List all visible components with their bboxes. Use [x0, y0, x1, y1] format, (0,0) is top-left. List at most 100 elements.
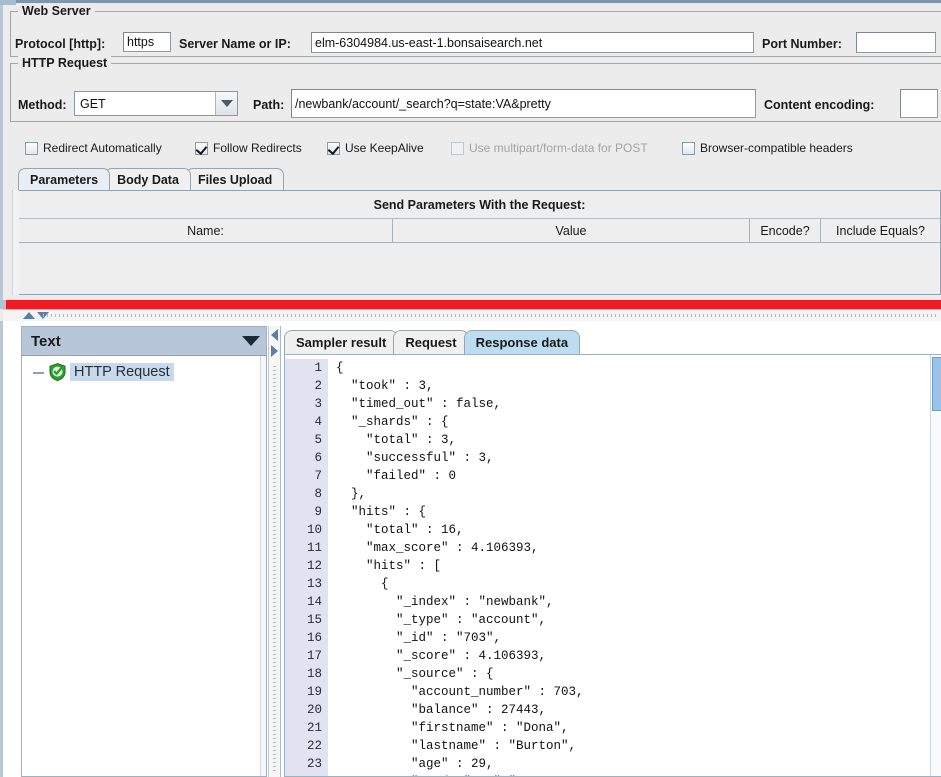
checkbox-browser-compatible-headers-icon[interactable] — [682, 141, 695, 155]
web-server-group-title: Web Server — [18, 4, 95, 18]
tree-expand-handle-icon[interactable] — [32, 366, 45, 379]
option-browser-compatible-headers[interactable]: Browser-compatible headers — [682, 141, 853, 155]
option-label: Browser-compatible headers — [700, 141, 853, 155]
line-number: 2 — [314, 379, 322, 393]
tab-request[interactable]: Request — [393, 330, 469, 354]
port-number-label: Port Number: — [762, 37, 842, 51]
line-number: 17 — [306, 649, 322, 663]
tree-vertical-scrollbar[interactable] — [260, 356, 266, 776]
option-redirect-automatically[interactable]: Redirect Automatically — [25, 141, 162, 155]
column-header-encode[interactable]: Encode? — [750, 219, 821, 242]
tab-label: Parameters — [30, 172, 99, 187]
render-view-select-arrow[interactable] — [236, 327, 266, 355]
response-json-text[interactable]: { "took" : 3, "timed_out" : false, "_sha… — [329, 359, 931, 776]
code-line: { — [336, 361, 344, 375]
render-view-select-value: Text — [31, 332, 61, 350]
render-view-select[interactable]: Text — [22, 327, 266, 356]
tab-response-data[interactable]: Response data — [463, 330, 581, 354]
content-encoding-input[interactable] — [900, 89, 938, 118]
option-label: Redirect Automatically — [43, 141, 162, 155]
line-number: 11 — [306, 541, 322, 555]
jmeter-http-request-screen: Web Server Protocol [http]: https Server… — [0, 0, 941, 777]
code-line: "_shards" : { — [336, 415, 449, 429]
code-line: "balance" : 27443, — [336, 703, 547, 717]
response-vertical-scrollbar[interactable] — [930, 355, 941, 776]
column-header-name[interactable]: Name: — [19, 219, 393, 242]
parameters-table-title: Send Parameters With the Request: — [19, 191, 940, 219]
method-select-arrow[interactable] — [215, 92, 237, 115]
collapse-left-icon[interactable] — [271, 329, 278, 341]
tab-label: Files Upload — [197, 172, 273, 187]
line-number: 5 — [314, 433, 322, 447]
tab-label: Sampler result — [296, 335, 387, 350]
option-follow-redirects[interactable]: Follow Redirects — [195, 141, 302, 155]
path-input[interactable]: /newbank/account/_search?q=state:VA&pret… — [291, 89, 756, 118]
checkbox-follow-redirects-icon[interactable] — [195, 141, 208, 155]
code-line: "_type" : "account", — [336, 613, 547, 627]
line-number: 3 — [314, 397, 322, 411]
line-number: 24 — [285, 773, 322, 776]
code-line: "max_score" : 4.106393, — [336, 541, 539, 555]
option-label: Use multipart/form-data for POST — [469, 141, 648, 155]
code-line: "successful" : 3, — [336, 451, 494, 465]
green-check-shield-icon — [49, 363, 66, 382]
parameters-table-body[interactable] — [19, 243, 940, 283]
top-strip-rail — [16, 0, 941, 3]
tab-label: Request — [405, 335, 457, 350]
tab-files-upload[interactable]: Files Upload — [185, 168, 285, 190]
tab-sampler-result[interactable]: Sampler result — [284, 330, 399, 354]
column-header-include-equals[interactable]: Include Equals? — [821, 219, 940, 242]
chevron-down-icon — [242, 336, 260, 346]
method-label: Method: — [18, 98, 67, 112]
parameters-table: Send Parameters With the Request: Name: … — [18, 190, 941, 295]
request-tab-bar: Parameters Body Data Files Upload — [18, 168, 285, 190]
code-line: "total" : 3, — [336, 433, 457, 447]
tab-body-data[interactable]: Body Data — [105, 168, 191, 190]
results-pane: Text HTTP Request Sampler result Request… — [0, 321, 941, 777]
http-request-group-title: HTTP Request — [18, 56, 112, 70]
option-use-multipart-form-data: Use multipart/form-data for POST — [451, 141, 648, 155]
tree-item-http-request[interactable]: HTTP Request — [32, 363, 174, 382]
protocol-input[interactable]: https — [123, 32, 171, 52]
line-number-gutter: 123456789101112131415161718192021222324 — [285, 359, 329, 776]
code-line: "timed_out" : false, — [336, 397, 502, 411]
code-line: "took" : 3, — [336, 379, 434, 393]
port-number-input[interactable] — [856, 32, 936, 53]
tab-parameters[interactable]: Parameters — [18, 168, 111, 190]
tab-label: Response data — [475, 335, 569, 350]
code-line: "account_number" : 703, — [336, 685, 584, 699]
code-line: "failed" : 0 — [336, 469, 457, 483]
code-line: "_source" : { — [336, 667, 494, 681]
parameters-table-left-rail — [12, 190, 19, 295]
line-number: 21 — [306, 721, 322, 735]
method-select-value: GET — [80, 96, 106, 111]
server-name-input[interactable]: elm-6304984.us-east-1.bonsaisearch.net — [311, 32, 754, 53]
checkbox-use-multipart-icon — [451, 141, 464, 155]
checkbox-redirect-automatically-icon[interactable] — [25, 141, 38, 155]
line-number: 20 — [306, 703, 322, 717]
chevron-down-icon — [220, 100, 233, 107]
column-header-value[interactable]: Value — [393, 219, 750, 242]
line-number: 1 — [314, 361, 322, 375]
result-tab-bar: Sampler result Request Response data — [284, 330, 581, 354]
response-code-area[interactable]: 123456789101112131415161718192021222324 … — [285, 359, 931, 776]
method-select[interactable]: GET — [74, 91, 238, 116]
code-line: "total" : 16, — [336, 523, 464, 537]
line-number: 22 — [306, 739, 322, 753]
collapse-right-icon[interactable] — [271, 345, 278, 357]
splitter-grip[interactable] — [43, 314, 937, 317]
line-number: 18 — [306, 667, 322, 681]
code-line: }, — [336, 487, 367, 501]
checkbox-use-keepalive-icon[interactable] — [327, 141, 340, 155]
collapse-up-icon[interactable] — [23, 312, 35, 319]
option-use-keepalive[interactable]: Use KeepAlive — [327, 141, 424, 155]
code-line: "_id" : "703", — [336, 631, 502, 645]
line-number: 16 — [306, 631, 322, 645]
line-number: 4 — [314, 415, 322, 429]
code-line: "_score" : 4.106393, — [336, 649, 547, 663]
response-scrollbar-thumb[interactable] — [932, 357, 941, 411]
line-number: 23 — [306, 757, 322, 771]
line-number: 13 — [306, 577, 322, 591]
response-data-viewer: 123456789101112131415161718192021222324 … — [284, 354, 941, 777]
vertical-splitter-grip[interactable] — [273, 366, 276, 773]
